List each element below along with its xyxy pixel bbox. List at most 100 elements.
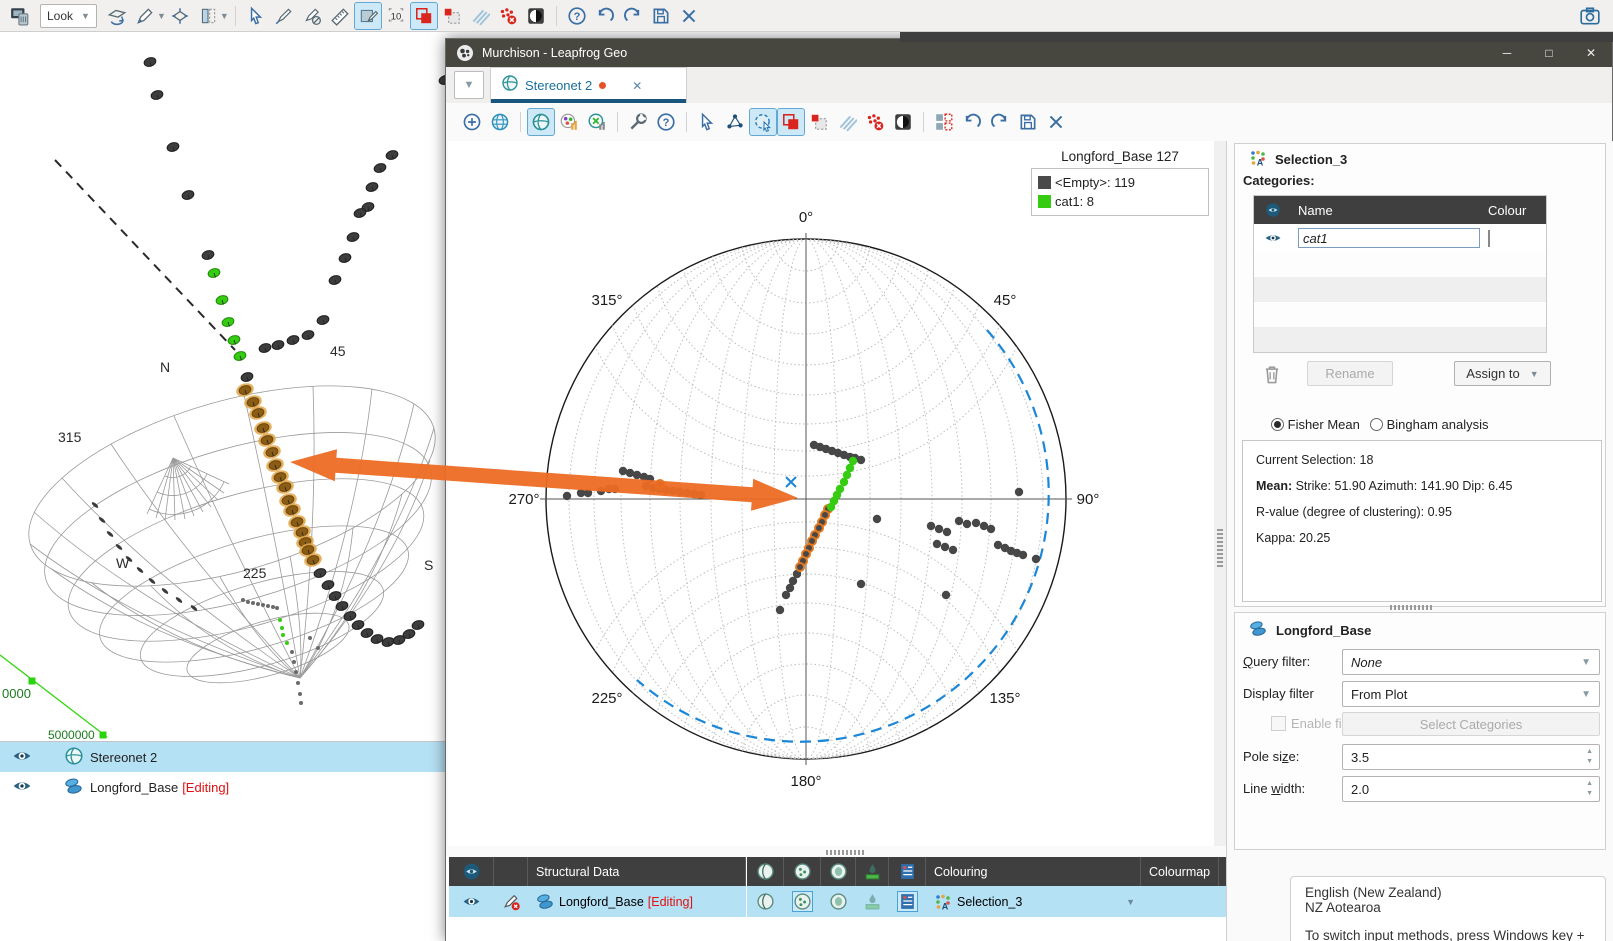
parallel-structures-icon[interactable] <box>834 109 860 135</box>
category-row-cat1[interactable]: cat1 <box>1254 224 1546 252</box>
visibility-eye-icon[interactable] <box>12 746 34 769</box>
tab-stereonet-2[interactable]: Stereonet 2 ✕ <box>490 67 687 103</box>
stereonet-plot[interactable]: 0°45°90°135°180°225°270°315° Longford_Ba… <box>448 141 1214 846</box>
select-structures-icon[interactable] <box>411 3 437 29</box>
visibility-eye-icon[interactable] <box>12 776 34 799</box>
visibility-eye-icon[interactable] <box>1254 229 1292 247</box>
enable-filter-checkbox[interactable] <box>1271 716 1286 731</box>
display-filter-select[interactable]: From Plot▼ <box>1342 681 1600 707</box>
delete-scene-icon[interactable] <box>7 3 33 29</box>
pole-size-input[interactable]: 3.5▲▼ <box>1342 744 1600 770</box>
close-icon[interactable] <box>1043 109 1069 135</box>
multi-view-icon[interactable] <box>931 109 957 135</box>
editing-pencil-icon[interactable] <box>494 886 528 917</box>
colour-swatch[interactable] <box>1488 230 1490 247</box>
svg-text:315: 315 <box>58 429 82 445</box>
assign-to-button[interactable]: Assign to▼ <box>1454 361 1551 386</box>
deselect-structures-icon[interactable] <box>806 109 832 135</box>
query-filter-select[interactable]: None▼ <box>1342 649 1600 675</box>
close-icon[interactable] <box>676 3 702 29</box>
invert-colours-icon[interactable] <box>523 3 549 29</box>
vertical-splitter[interactable] <box>1214 141 1226 846</box>
sphere-wireframe <box>7 346 445 698</box>
draw-plane-icon[interactable] <box>132 3 158 29</box>
planes-toggle-icon[interactable] <box>747 886 784 917</box>
undo-icon[interactable] <box>959 109 985 135</box>
select-structures-icon[interactable] <box>778 109 804 135</box>
category-name-input[interactable]: cat1 <box>1298 228 1480 248</box>
zoom-extents-icon[interactable] <box>459 109 485 135</box>
poles-toggle-icon[interactable] <box>784 886 821 917</box>
stereonet-canvas[interactable]: 0°45°90°135°180°225°270°315° <box>448 141 1214 846</box>
line-width-input[interactable]: 2.0▲▼ <box>1342 776 1600 802</box>
shape-row-longford[interactable]: Longford_Base [Editing] <box>0 772 445 802</box>
save-icon[interactable] <box>648 3 674 29</box>
modified-dot <box>599 82 606 89</box>
undo-icon[interactable] <box>592 3 618 29</box>
close-window-button[interactable]: ✕ <box>1570 39 1612 67</box>
help-icon[interactable]: ? <box>564 3 590 29</box>
invert-colours-icon[interactable] <box>890 109 916 135</box>
legend-toggle-icon[interactable] <box>889 886 926 917</box>
chevron-down-icon[interactable]: ▼ <box>157 11 166 21</box>
remove-structures-icon[interactable] <box>862 109 888 135</box>
moving-plane-icon[interactable] <box>355 3 381 29</box>
options-icon[interactable] <box>625 109 651 135</box>
select-cursor-icon[interactable] <box>243 3 269 29</box>
language-popup: English (New Zealand) NZ Aotearoa To swi… <box>1290 876 1606 941</box>
bingham-radio[interactable]: Bingham analysis <box>1370 417 1489 432</box>
panel-splitter-grip[interactable] <box>1390 605 1434 610</box>
help-icon[interactable]: ? <box>653 109 679 135</box>
scene-3d-view[interactable]: N45315W225S00005000000 Stereonet 2 Longf… <box>0 32 445 941</box>
stereonet-view-icon[interactable] <box>528 109 554 135</box>
language-name: English (New Zealand) <box>1305 885 1605 900</box>
ruler-icon[interactable] <box>327 3 353 29</box>
maximize-button[interactable]: □ <box>1528 39 1570 67</box>
interval-icon[interactable]: 10 <box>383 3 409 29</box>
edit-structure-icon[interactable] <box>299 3 325 29</box>
minimize-button[interactable]: ─ <box>1486 39 1528 67</box>
colouring-select[interactable]: ASelection_3▼ <box>926 886 1141 917</box>
chevron-down-icon[interactable]: ▼ <box>220 11 229 21</box>
deselect-structures-icon[interactable] <box>439 3 465 29</box>
redo-icon[interactable] <box>620 3 646 29</box>
radio-icon[interactable] <box>1271 418 1284 431</box>
scene-3d-canvas[interactable]: N45315W225S00005000000 <box>0 38 445 741</box>
splitter-grip[interactable] <box>1217 529 1223 569</box>
fisher-mean-radio[interactable]: Fisher Mean <box>1271 417 1360 432</box>
colourmap-cell[interactable] <box>1141 886 1219 917</box>
polyline-select-icon[interactable] <box>722 109 748 135</box>
radio-icon[interactable] <box>1370 418 1383 431</box>
rotate-plane-icon[interactable] <box>104 3 130 29</box>
tab-close-icon[interactable]: ✕ <box>632 79 642 93</box>
legend-item-label: cat1: 8 <box>1055 194 1094 209</box>
slice-plane-icon[interactable] <box>195 3 221 29</box>
move-plane-icon[interactable] <box>167 3 193 29</box>
screenshot-camera-icon[interactable] <box>1577 3 1603 29</box>
spinner-arrows[interactable]: ▲▼ <box>1586 779 1593 799</box>
parallel-structures-icon[interactable] <box>467 3 493 29</box>
window-titlebar[interactable]: Murchison - Leapfrog Geo ─ □ ✕ <box>446 39 1612 67</box>
dip-toggle-icon[interactable] <box>856 886 889 917</box>
horizontal-splitter[interactable] <box>448 846 1214 857</box>
shape-row-stereonet[interactable]: Stereonet 2 <box>0 742 445 772</box>
splitter-grip[interactable] <box>826 850 866 855</box>
draw-line-icon[interactable] <box>271 3 297 29</box>
look-dropdown[interactable]: Look▼ <box>40 4 97 28</box>
tab-list-dropdown[interactable]: ▼ <box>454 71 484 99</box>
structural-data-row-name[interactable]: Longford_Base[Editing] <box>528 886 746 917</box>
save-icon[interactable] <box>1015 109 1041 135</box>
visibility-eye-icon[interactable] <box>449 886 494 917</box>
select-cursor-icon[interactable] <box>694 109 720 135</box>
remove-structures-icon[interactable] <box>495 3 521 29</box>
redo-icon[interactable] <box>987 109 1013 135</box>
select-categories-button[interactable]: Select Categories <box>1342 712 1600 736</box>
stereonet-stats-icon[interactable] <box>584 109 610 135</box>
spinner-arrows[interactable]: ▲▼ <box>1586 747 1593 767</box>
globe-icon[interactable] <box>487 109 513 135</box>
rename-button[interactable]: Rename <box>1307 361 1393 386</box>
contour-toggle-icon[interactable] <box>821 886 856 917</box>
delete-category-icon[interactable] <box>1261 363 1283 388</box>
colouring-options-icon[interactable] <box>556 109 582 135</box>
lasso-select-icon[interactable] <box>750 109 776 135</box>
